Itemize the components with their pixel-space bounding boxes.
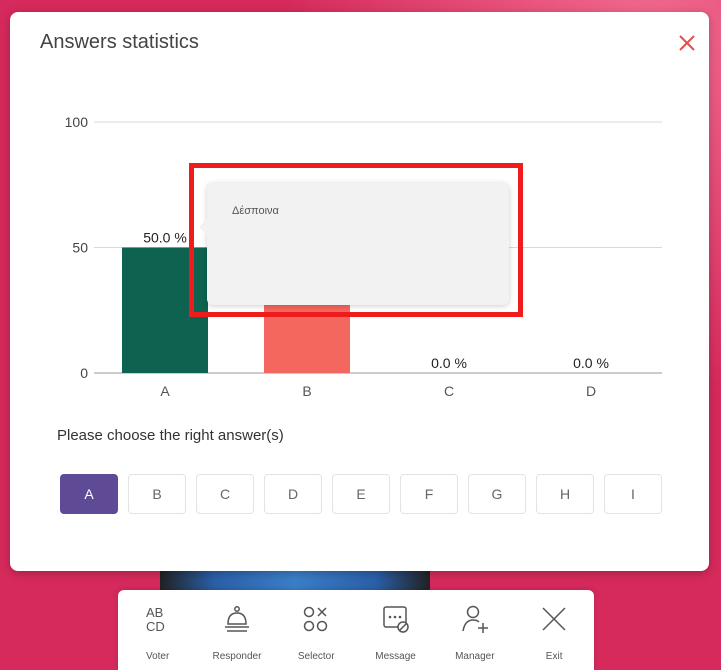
message-icon [382,606,409,633]
bottom-toolbar: AB CD Voter Responder Selector Message M… [118,590,594,670]
choice-f-button[interactable]: F [400,474,458,514]
message-label: Message [375,651,416,662]
svg-text:CD: CD [146,619,165,634]
svg-text:AB: AB [146,605,163,620]
bar-value-label: 50.0 % [143,230,187,246]
choice-c-button[interactable]: C [196,474,254,514]
highlight-box [189,163,523,317]
exit-button[interactable]: Exit [514,590,593,670]
choice-b-button[interactable]: B [128,474,186,514]
answer-choices: A B C D E F G H I [60,474,662,514]
y-tick-label: 0 [80,365,88,381]
bar-value-label: 0.0 % [573,355,609,371]
x-tick-label: B [302,383,311,399]
close-icon [542,607,566,631]
bell-icon [224,606,249,632]
x-tick-label: A [160,383,170,399]
manager-label: Manager [455,651,495,662]
y-tick-label: 100 [65,114,89,130]
responder-label: Responder [212,651,262,662]
bar-value-label: 0.0 % [431,355,467,371]
x-tick-label: D [586,383,596,399]
choice-h-button[interactable]: H [536,474,594,514]
selector-button[interactable]: Selector [277,590,356,670]
message-button[interactable]: Message [356,590,435,670]
abcd-icon: AB CD [146,605,165,634]
responder-button[interactable]: Responder [197,590,276,670]
x-tick-label: C [444,383,454,399]
choice-a-button[interactable]: A [60,474,118,514]
exit-label: Exit [545,651,563,662]
add-user-icon [462,605,488,633]
manager-button[interactable]: Manager [435,590,514,670]
selector-icon [303,606,328,632]
y-tick-label: 50 [72,240,88,256]
voter-label: Voter [145,651,170,662]
voter-button[interactable]: AB CD Voter [118,590,197,670]
choice-e-button[interactable]: E [332,474,390,514]
choice-g-button[interactable]: G [468,474,526,514]
selector-label: Selector [297,651,335,662]
choice-d-button[interactable]: D [264,474,322,514]
choice-i-button[interactable]: I [604,474,662,514]
choose-answer-prompt: Please choose the right answer(s) [57,427,284,444]
